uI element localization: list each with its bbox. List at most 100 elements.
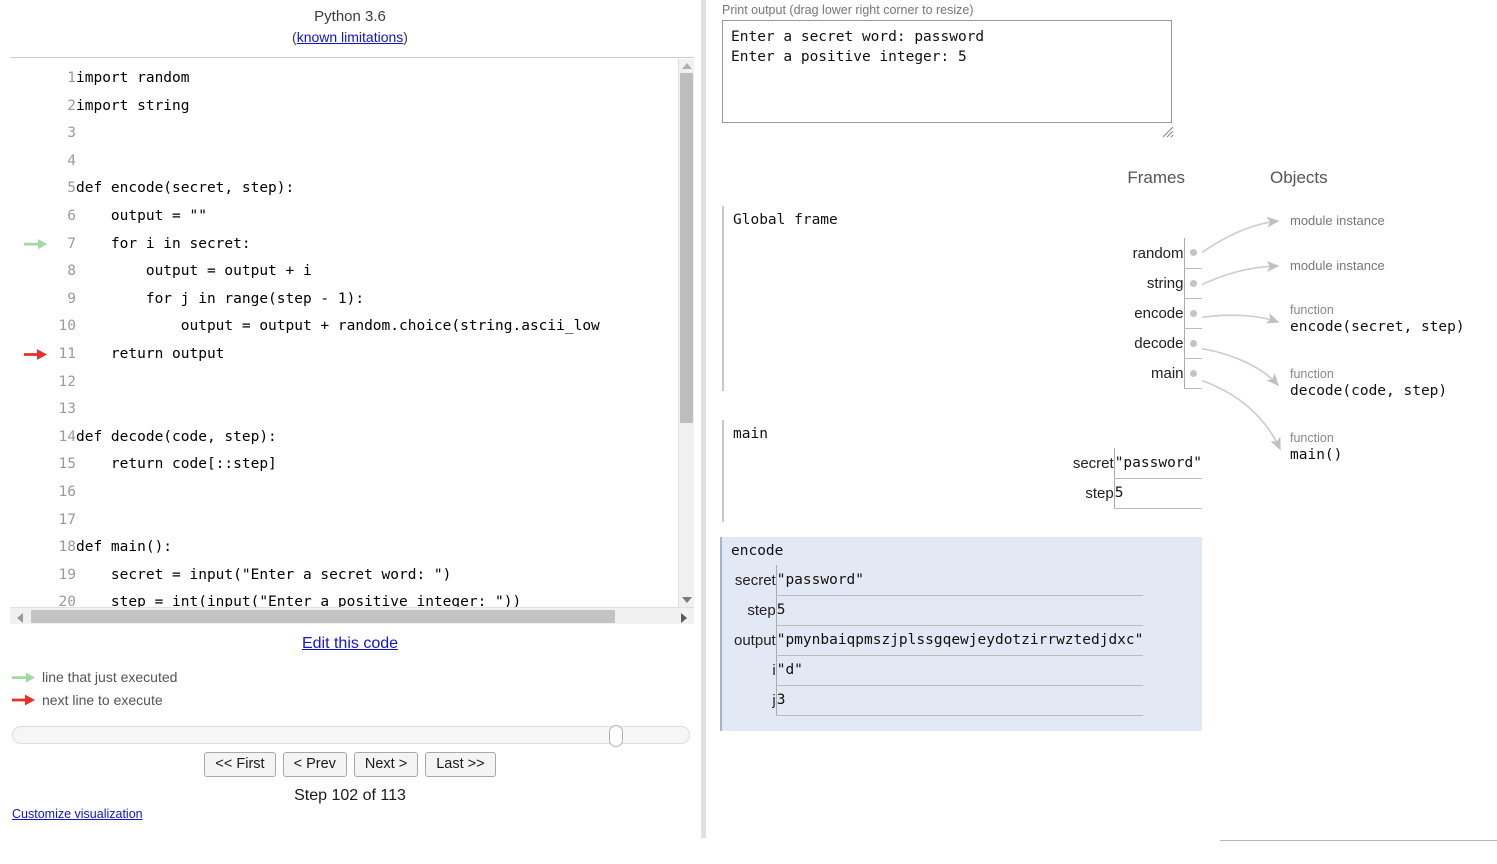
code-line-text: return code[::step] <box>76 456 277 473</box>
code-line-marker <box>10 258 50 286</box>
print-output-box[interactable]: Enter a secret word: password Enter a po… <box>722 20 1172 123</box>
scroll-left-arrow-icon[interactable] <box>17 613 23 623</box>
variable-label: string <box>1146 274 1184 292</box>
variable-label: secret <box>1072 454 1114 472</box>
object-function-encode: function encode(secret, step) <box>1290 303 1465 337</box>
step-counter-label: Step 102 of 113 <box>294 787 406 804</box>
object-module-string: module instance <box>1290 258 1385 273</box>
code-line-text: secret = input("Enter a secret word: ") <box>76 566 452 583</box>
legend-red-label: next line to execute <box>42 692 163 708</box>
frame-encode: encode secret "password" step 5 output "pmynb… <box>720 537 1202 731</box>
variable-row: secret "password" <box>734 565 1144 596</box>
code-line-number: 5 <box>67 180 76 197</box>
code-line-row: 18 def main(): <box>10 534 600 562</box>
frame-main-vars: secret "password" step 5 <box>1073 448 1202 509</box>
step-slider[interactable] <box>12 725 690 747</box>
code-line-marker <box>10 451 50 479</box>
frame-global-vars: random string encode decode main <box>1133 238 1202 389</box>
code-line-text: def main(): <box>76 539 173 556</box>
first-button[interactable]: << First <box>204 752 276 777</box>
code-line-row: 2 import string <box>10 93 600 121</box>
scroll-up-arrow-icon[interactable] <box>682 63 692 69</box>
scroll-down-arrow-icon[interactable] <box>682 597 692 603</box>
scroll-right-arrow-icon[interactable] <box>681 613 687 623</box>
code-line-marker <box>10 479 50 507</box>
code-line-row: 19 secret = input("Enter a secret word: … <box>10 562 600 590</box>
code-line-row: 1 import random <box>10 65 600 93</box>
code-horizontal-scrollbar[interactable] <box>10 607 694 624</box>
variable-value: 5 <box>1113 478 1202 509</box>
code-line-number: 1 <box>67 70 76 86</box>
code-line-row: 5 def encode(secret, step): <box>10 175 600 203</box>
code-line-row: 10 output = output + random.choice(strin… <box>10 313 600 341</box>
code-line-row: 4 <box>10 148 600 176</box>
code-line-text: output = output + random.choice(string.a… <box>76 318 600 335</box>
visualization-pane: Print output (drag lower right corner to… <box>710 0 1497 864</box>
variable-row: i "d" <box>734 655 1144 686</box>
variable-pointer <box>1183 358 1202 389</box>
resize-handle-icon[interactable] <box>1162 126 1174 138</box>
edit-this-code-link[interactable]: Edit this code <box>302 635 398 652</box>
variable-label: secret <box>734 571 776 589</box>
code-line-marker <box>10 313 50 341</box>
frames-column-header: Frames <box>1127 168 1185 187</box>
code-line-text: output = "" <box>76 207 207 224</box>
frame-encode-name: encode <box>731 543 784 559</box>
variable-row: decode <box>1133 328 1202 359</box>
pointer-dot-icon <box>1189 309 1197 317</box>
variable-value: 5 <box>775 595 1144 626</box>
variable-label: output <box>734 631 776 649</box>
code-line-marker <box>10 286 50 314</box>
code-line-number: 17 <box>58 511 76 528</box>
prev-button[interactable]: < Prev <box>282 752 347 777</box>
code-line-number: 8 <box>67 263 76 280</box>
code-line-marker <box>10 424 50 452</box>
green-arrow-icon <box>24 239 47 250</box>
pane-divider[interactable] <box>701 0 706 838</box>
object-type-label: module instance <box>1290 258 1385 273</box>
customize-visualization-link[interactable]: Customize visualization <box>12 807 143 821</box>
pointer-dot-icon <box>1189 369 1197 377</box>
variable-value: "d" <box>775 655 1144 686</box>
frame-encode-vars: secret "password" step 5 output "pmynbaiqpmsz… <box>734 565 1144 716</box>
code-line-number: 18 <box>58 539 76 556</box>
code-line-row: 16 <box>10 479 600 507</box>
code-line-text: step = int(input("Enter a positive integ… <box>76 594 522 607</box>
legend-just-executed: line that just executed <box>12 668 177 686</box>
code-line-number: 13 <box>58 401 76 418</box>
step-slider-handle[interactable] <box>609 725 623 747</box>
variable-label: i <box>772 661 776 679</box>
bottom-separator <box>1220 840 1497 841</box>
code-line-row: 12 <box>10 369 600 397</box>
code-line-text: def decode(code, step): <box>76 428 277 445</box>
code-line-row: 9 for j in range(step - 1): <box>10 286 600 314</box>
python-tutor-visualizer: Python 3.6 (known limitations) 1 import r… <box>0 0 1497 864</box>
code-scroll-area[interactable]: 1 import random 2 import string 3 4 5 def encod… <box>10 59 678 607</box>
code-line-number: 12 <box>58 373 76 390</box>
next-button[interactable]: Next > <box>353 752 419 777</box>
variable-value: "password" <box>1113 448 1202 479</box>
code-line-text: import random <box>76 70 190 86</box>
code-display: 1 import random 2 import string 3 4 5 def encod… <box>10 57 694 624</box>
variable-pointer <box>1183 298 1202 329</box>
pointer-dot-icon <box>1189 249 1197 257</box>
code-line-row: 14 def decode(code, step): <box>10 424 600 452</box>
code-line-row: 13 <box>10 396 600 424</box>
code-line-marker <box>10 507 50 535</box>
code-line-marker <box>10 341 50 369</box>
object-type-label: function <box>1290 303 1334 317</box>
horizontal-scroll-thumb[interactable] <box>31 610 615 623</box>
language-header: Python 3.6 (known limitations) <box>0 6 700 48</box>
known-limitations-row: (known limitations) <box>0 27 700 48</box>
paren-close: ) <box>403 29 408 45</box>
object-function-decode: function decode(code, step) <box>1290 367 1447 401</box>
variable-row: encode <box>1133 298 1202 329</box>
code-vertical-scrollbar[interactable] <box>678 59 694 607</box>
known-limitations-link[interactable]: known limitations <box>297 29 404 45</box>
last-button[interactable]: Last >> <box>425 752 496 777</box>
code-line-marker <box>10 148 50 176</box>
code-line-marker <box>10 589 50 607</box>
code-line-number: 11 <box>58 345 76 362</box>
code-line-marker <box>10 175 50 203</box>
vertical-scroll-thumb[interactable] <box>680 73 693 423</box>
